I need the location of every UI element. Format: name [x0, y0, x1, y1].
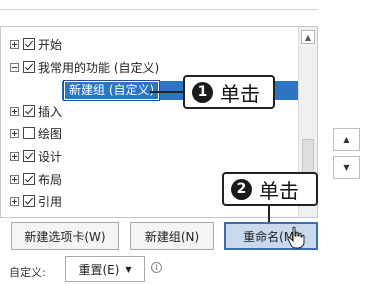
checkbox[interactable]: [23, 127, 35, 139]
tree-item-label: 引用: [38, 194, 63, 209]
new-tab-button[interactable]: 新建选项卡(W): [11, 222, 119, 250]
checkbox[interactable]: [23, 61, 35, 73]
tree-item-start[interactable]: 开始: [10, 34, 62, 54]
expand-icon[interactable]: [10, 128, 19, 138]
step-1-callout: 1 单击: [183, 75, 275, 109]
step-number-badge: 1: [192, 81, 213, 103]
collapse-icon[interactable]: [10, 62, 19, 72]
callout-text: 单击: [259, 178, 299, 203]
cursor-hand-icon: [287, 226, 305, 249]
tree-item-label: 布局: [38, 172, 63, 187]
expand-icon[interactable]: [10, 196, 19, 206]
tree-item-references[interactable]: 引用: [10, 191, 62, 211]
move-down-button[interactable]: ▼: [333, 156, 360, 179]
callout-connector: [150, 91, 184, 93]
tree-item-draw[interactable]: 绘图: [10, 123, 62, 143]
tree-item-label: 设计: [38, 149, 63, 164]
checkbox[interactable]: [23, 105, 35, 117]
expand-icon[interactable]: [10, 39, 19, 49]
step-number-badge: 2: [231, 178, 252, 200]
callout-connector: [268, 206, 270, 222]
expand-icon[interactable]: [10, 174, 19, 184]
tree-item-design[interactable]: 设计: [10, 146, 62, 166]
tree-item-layout[interactable]: 布局: [10, 169, 62, 189]
tree-item-label: 绘图: [38, 126, 63, 141]
chevron-down-icon: ▼: [125, 264, 132, 274]
move-up-button[interactable]: ▲: [333, 128, 360, 151]
tree-item-label: 我常用的功能 (自定义): [38, 60, 160, 75]
new-group-button[interactable]: 新建组(N): [130, 222, 214, 250]
customize-label: 自定义:: [9, 266, 46, 279]
checkbox[interactable]: [23, 150, 35, 162]
reset-dropdown[interactable]: 重置(E) ▼: [65, 256, 145, 282]
checkbox[interactable]: [23, 195, 35, 207]
checkbox[interactable]: [23, 38, 35, 50]
tree-item-favorites[interactable]: 我常用的功能 (自定义): [10, 57, 159, 77]
info-icon[interactable]: i: [151, 262, 162, 273]
top-divider: [0, 9, 318, 10]
tree-item-label: 开始: [38, 37, 63, 52]
tree-item-insert[interactable]: 插入: [10, 101, 62, 121]
tree-item-new-group[interactable]: 新建组 (自定义): [62, 80, 161, 101]
callout-text: 单击: [220, 81, 260, 106]
expand-icon[interactable]: [10, 106, 19, 116]
scroll-up-icon[interactable]: ▲: [301, 30, 315, 44]
expand-icon[interactable]: [10, 151, 19, 161]
step-2-callout: 2 单击: [222, 172, 318, 206]
checkbox[interactable]: [23, 173, 35, 185]
tree-item-label: 插入: [38, 104, 63, 119]
reset-label: 重置(E): [78, 262, 120, 277]
